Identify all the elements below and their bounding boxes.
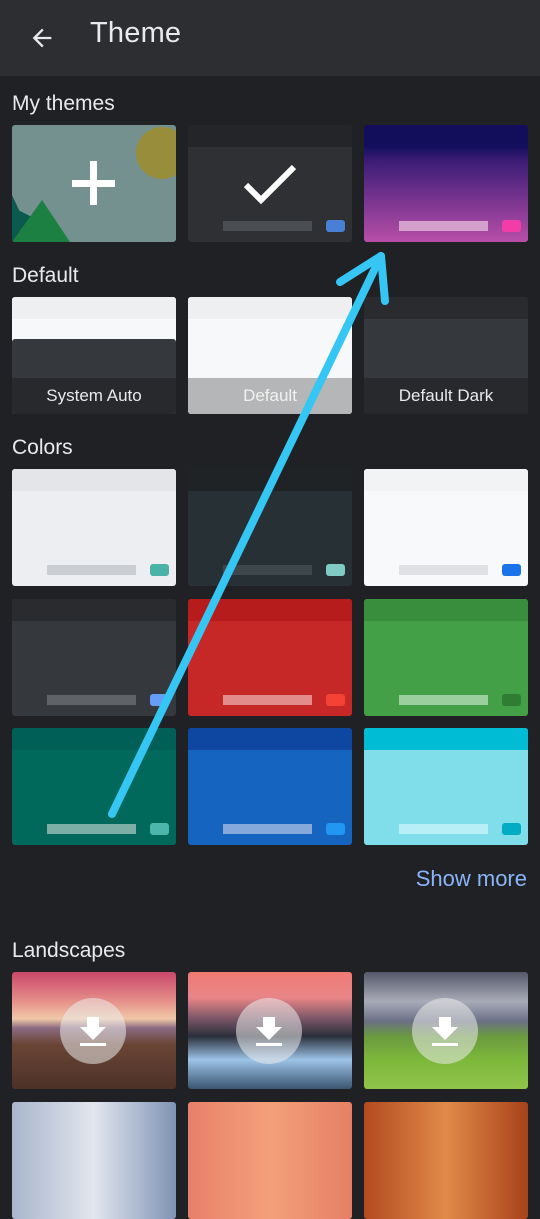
tile-label: Default	[188, 378, 352, 414]
tile-topbar	[188, 125, 352, 147]
tile-topbar	[364, 728, 528, 750]
color-theme-tile-white[interactable]	[364, 469, 528, 586]
accent-swatch	[502, 220, 521, 232]
download-icon	[256, 1017, 282, 1046]
checkmark-icon	[243, 164, 297, 205]
tile-topbar	[188, 728, 352, 750]
app-bar: Theme	[0, 0, 540, 76]
tile-topbar	[12, 599, 176, 621]
landscape-tile-canyon[interactable]	[364, 1102, 528, 1219]
back-button[interactable]	[22, 18, 62, 58]
color-theme-tile-dark-grey[interactable]	[12, 599, 176, 716]
download-button[interactable]	[236, 998, 302, 1064]
tile-topbar	[188, 469, 352, 491]
color-theme-tile-cyan[interactable]	[364, 728, 528, 845]
color-theme-tile-blue[interactable]	[188, 728, 352, 845]
show-more-link[interactable]: Show more	[416, 866, 527, 892]
color-theme-tile-red[interactable]	[188, 599, 352, 716]
add-theme-tile[interactable]	[12, 125, 176, 242]
landscape-tile-sunset[interactable]	[188, 1102, 352, 1219]
tile-bar	[223, 695, 312, 705]
color-theme-tile-light-grey[interactable]	[12, 469, 176, 586]
tile-label: System Auto	[12, 378, 176, 414]
section-title-landscapes: Landscapes	[12, 939, 126, 962]
accent-swatch	[502, 823, 521, 835]
tile-topbar	[364, 297, 528, 319]
tile-bar	[223, 565, 312, 575]
tile-bar	[399, 824, 488, 834]
tile-bar	[399, 695, 488, 705]
tile-topbar	[364, 469, 528, 491]
tile-bar	[47, 695, 136, 705]
accent-swatch	[326, 564, 345, 576]
color-theme-tile-green[interactable]	[364, 599, 528, 716]
download-icon	[80, 1017, 106, 1046]
tile-topbar	[188, 599, 352, 621]
color-theme-tile-dark-slate[interactable]	[188, 469, 352, 586]
landscape-tile-green-hills[interactable]	[364, 972, 528, 1089]
tile-bar	[47, 565, 136, 575]
tile-topbar	[12, 297, 176, 319]
landscape-tile-sky[interactable]	[12, 1102, 176, 1219]
theme-tile-system-auto[interactable]: System Auto	[12, 297, 176, 414]
accent-swatch	[326, 823, 345, 835]
download-button[interactable]	[60, 998, 126, 1064]
section-title-my-themes: My themes	[12, 92, 115, 115]
purple-theme-tile[interactable]	[364, 125, 528, 242]
tile-bar	[399, 565, 488, 575]
accent-swatch	[326, 694, 345, 706]
tile-bar	[47, 824, 136, 834]
theme-tile-default[interactable]: Default	[188, 297, 352, 414]
color-theme-tile-teal[interactable]	[12, 728, 176, 845]
current-theme-tile[interactable]	[188, 125, 352, 242]
tile-bar	[223, 221, 312, 231]
accent-swatch	[502, 564, 521, 576]
arrow-left-icon	[32, 28, 52, 48]
page-title: Theme	[90, 17, 182, 49]
download-button[interactable]	[412, 998, 478, 1064]
plus-icon	[72, 161, 115, 205]
landscape-illustration	[12, 127, 176, 242]
download-icon	[432, 1017, 458, 1046]
theme-tile-default-dark[interactable]: Default Dark	[364, 297, 528, 414]
tile-label: Default Dark	[364, 378, 528, 414]
accent-swatch	[326, 220, 345, 232]
tile-topbar	[188, 297, 352, 319]
landscape-tile-snowy-waterfall[interactable]	[188, 972, 352, 1089]
tile-topbar	[12, 728, 176, 750]
tile-topbar	[12, 469, 176, 491]
accent-swatch	[150, 694, 169, 706]
tile-bar	[399, 221, 488, 231]
section-title-colors: Colors	[12, 436, 73, 459]
tile-topbar	[364, 599, 528, 621]
landscape-tile-beach-sunset[interactable]	[12, 972, 176, 1089]
accent-swatch	[150, 823, 169, 835]
accent-swatch	[150, 564, 169, 576]
accent-swatch	[502, 694, 521, 706]
tile-bar	[223, 824, 312, 834]
section-title-default: Default	[12, 264, 79, 287]
